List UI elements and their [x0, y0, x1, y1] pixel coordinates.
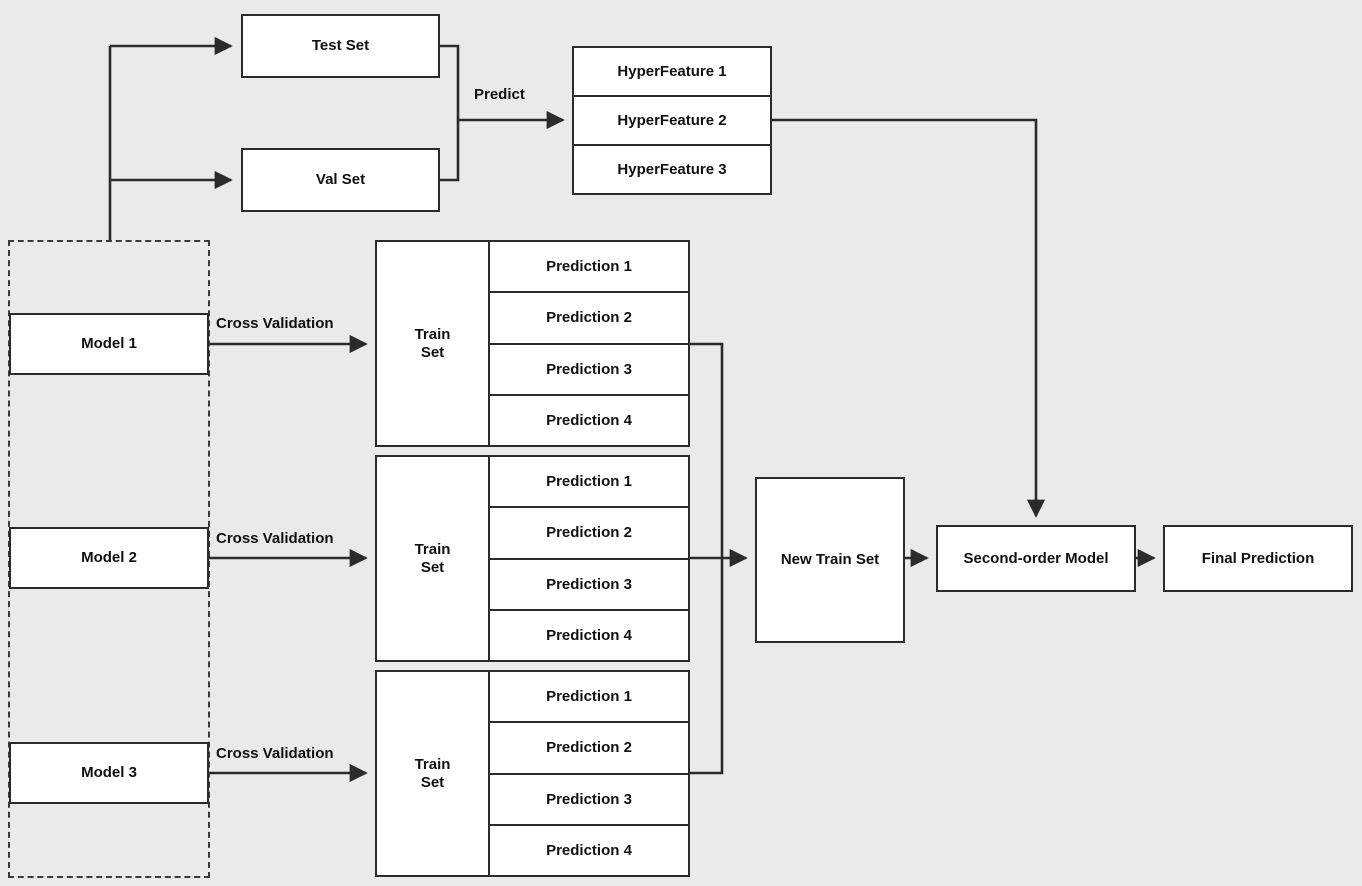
- node-test-set-label: Test Set: [311, 37, 370, 55]
- train-block-3-train-set-cell: Train Set: [377, 672, 490, 875]
- model-box-1[interactable]: Model 1: [9, 313, 209, 375]
- edge-val-set-merge: [440, 120, 460, 182]
- train-block-3-predictions: Prediction 1 Prediction 2 Prediction 3 P…: [490, 672, 688, 875]
- train-block-2[interactable]: Train Set Prediction 1 Prediction 2 Pred…: [375, 455, 690, 662]
- train-block-1-train-set-cell: Train Set: [377, 242, 490, 445]
- hyperfeature-stack[interactable]: HyperFeature 1 HyperFeature 2 HyperFeatu…: [572, 46, 772, 195]
- train-block-3-train-label-line1: Train: [414, 755, 451, 773]
- node-final-prediction-label: Final Prediction: [1201, 549, 1315, 567]
- train-block-2-prediction-4[interactable]: Prediction 4: [490, 611, 688, 660]
- edge-prediction-bus: [690, 342, 724, 775]
- train-block-3-prediction-3[interactable]: Prediction 3: [490, 775, 688, 826]
- node-final-prediction[interactable]: Final Prediction: [1163, 525, 1353, 592]
- train-block-3-prediction-4[interactable]: Prediction 4: [490, 826, 688, 875]
- model-box-1-label: Model 1: [81, 335, 137, 353]
- node-val-set-label: Val Set: [315, 171, 366, 189]
- hyperfeature-row-3[interactable]: HyperFeature 3: [574, 146, 770, 193]
- train-block-3-train-label-line2: Set: [420, 773, 445, 791]
- train-block-3-prediction-1[interactable]: Prediction 1: [490, 672, 688, 724]
- node-second-order-model-label: Second-order Model: [963, 549, 1109, 567]
- train-block-2-prediction-1[interactable]: Prediction 1: [490, 457, 688, 509]
- model-box-3-label: Model 3: [81, 764, 137, 782]
- train-block-2-train-set-cell: Train Set: [377, 457, 490, 660]
- model-box-2[interactable]: Model 2: [9, 527, 209, 589]
- train-block-1-prediction-1[interactable]: Prediction 1: [490, 242, 688, 294]
- train-block-1-train-label-line1: Train: [414, 325, 451, 343]
- edge-test-set-merge: [440, 44, 460, 120]
- train-block-1[interactable]: Train Set Prediction 1 Prediction 2 Pred…: [375, 240, 690, 447]
- train-block-2-predictions: Prediction 1 Prediction 2 Prediction 3 P…: [490, 457, 688, 660]
- node-val-set[interactable]: Val Set: [241, 148, 440, 212]
- train-block-1-train-label-line2: Set: [420, 343, 445, 361]
- train-block-3[interactable]: Train Set Prediction 1 Prediction 2 Pred…: [375, 670, 690, 877]
- node-test-set[interactable]: Test Set: [241, 14, 440, 78]
- edge-label-cross-validation-1: Cross Validation: [216, 315, 334, 332]
- edge-label-predict: Predict: [474, 86, 525, 103]
- train-block-2-train-label-line1: Train: [414, 540, 451, 558]
- train-block-1-prediction-4[interactable]: Prediction 4: [490, 396, 688, 445]
- diagram-canvas: Test Set Val Set Predict HyperFeature 1 …: [0, 0, 1362, 886]
- train-block-2-prediction-2[interactable]: Prediction 2: [490, 508, 688, 560]
- train-block-1-prediction-3[interactable]: Prediction 3: [490, 345, 688, 396]
- train-block-1-prediction-2[interactable]: Prediction 2: [490, 293, 688, 345]
- edge-label-cross-validation-3: Cross Validation: [216, 745, 334, 762]
- hyperfeature-row-1[interactable]: HyperFeature 1: [574, 48, 770, 97]
- model-box-3[interactable]: Model 3: [9, 742, 209, 804]
- train-block-2-prediction-3[interactable]: Prediction 3: [490, 560, 688, 611]
- train-block-1-predictions: Prediction 1 Prediction 2 Prediction 3 P…: [490, 242, 688, 445]
- edge-label-cross-validation-2: Cross Validation: [216, 530, 334, 547]
- model-box-2-label: Model 2: [81, 549, 137, 567]
- train-block-2-train-label-line2: Set: [420, 558, 445, 576]
- train-block-3-prediction-2[interactable]: Prediction 2: [490, 723, 688, 775]
- hyperfeature-row-2[interactable]: HyperFeature 2: [574, 97, 770, 146]
- node-second-order-model[interactable]: Second-order Model: [936, 525, 1136, 592]
- node-new-train-set[interactable]: New Train Set: [755, 477, 905, 643]
- edge-hyperfeature-to-second-order: [772, 118, 1046, 518]
- node-new-train-set-label: New Train Set: [780, 551, 880, 569]
